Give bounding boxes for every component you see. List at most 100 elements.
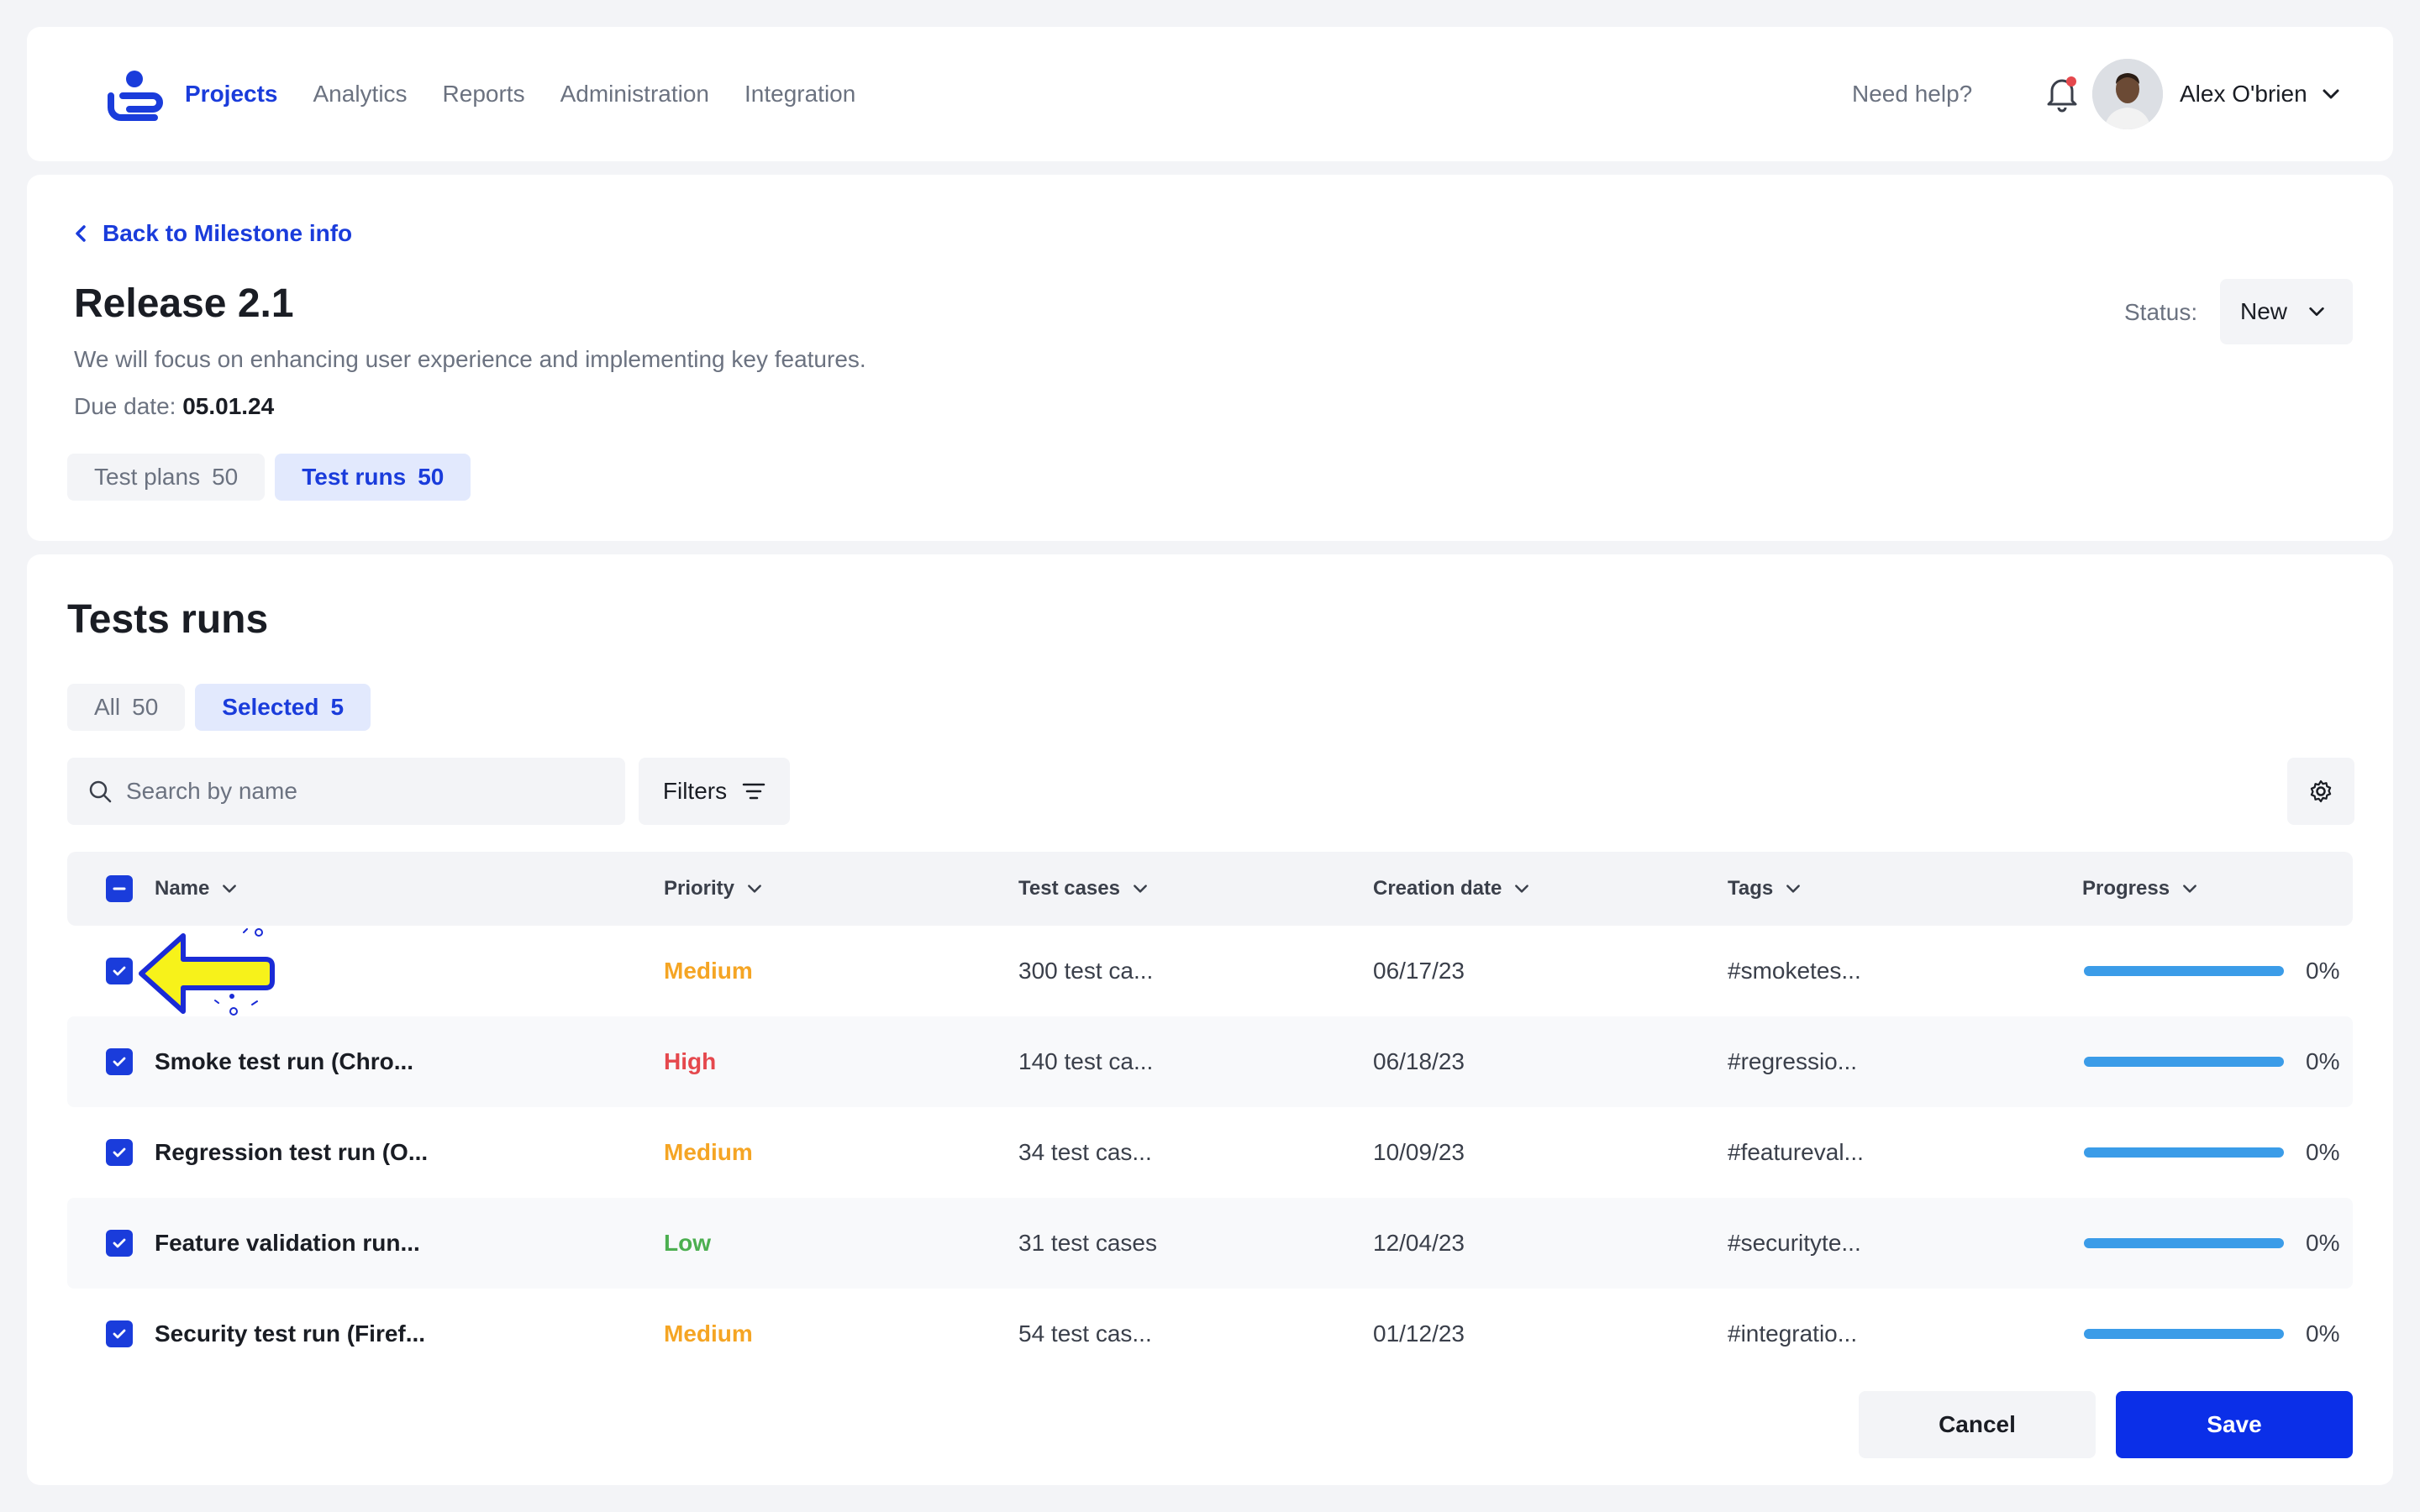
search-input[interactable] xyxy=(126,778,597,805)
chevron-down-icon xyxy=(1515,885,1529,893)
tab-test-plans[interactable]: Test plans 50 xyxy=(67,454,266,501)
row-checkbox[interactable] xyxy=(106,958,133,984)
row-creation-date: 06/17/23 xyxy=(1373,958,1465,984)
tab-selected-count: 5 xyxy=(330,694,345,720)
column-header-label: Creation date xyxy=(1373,877,1502,900)
save-button[interactable]: Save xyxy=(2116,1391,2353,1458)
back-link[interactable]: Back to Milestone info xyxy=(74,220,352,247)
tab-test-runs-count: 50 xyxy=(418,464,445,490)
row-tags: #smoketes... xyxy=(1728,958,1861,984)
row-progress: 0% xyxy=(2306,1139,2340,1165)
row-checkbox[interactable] xyxy=(106,1139,133,1166)
row-priority: Low xyxy=(664,1230,711,1256)
row-test-cases: 31 test cases xyxy=(1018,1230,1157,1256)
progress-bar xyxy=(2084,1329,2284,1339)
nav-item-integration[interactable]: Integration xyxy=(744,81,855,108)
row-priority: Medium xyxy=(664,958,753,984)
row-progress: 0% xyxy=(2306,1048,2340,1074)
column-header-name[interactable]: Name xyxy=(155,852,238,926)
column-header-progress[interactable]: Progress xyxy=(2082,852,2198,926)
tab-test-plans-count: 50 xyxy=(212,464,239,490)
column-header-creation-date[interactable]: Creation date xyxy=(1373,852,1530,926)
tab-all[interactable]: All 50 xyxy=(67,684,186,731)
nav-item-analytics[interactable]: Analytics xyxy=(313,81,408,108)
nav-item-projects[interactable]: Projects xyxy=(185,81,278,108)
milestone-tabs: Test plans 50 Test runs 50 xyxy=(67,454,471,501)
progress-bar xyxy=(2084,1147,2284,1158)
filters-button[interactable]: Filters xyxy=(639,758,790,825)
row-name[interactable]: Regression test run (O... xyxy=(155,1107,428,1198)
progress-bar xyxy=(2084,1238,2284,1248)
table-settings-button[interactable] xyxy=(2287,758,2354,825)
chevron-down-icon xyxy=(1134,885,1147,893)
row-test-cases: 140 test ca... xyxy=(1018,1048,1154,1074)
progress-bar xyxy=(2084,1057,2284,1067)
status-label: Status: xyxy=(2124,299,2198,325)
bell-icon[interactable] xyxy=(2044,74,2081,114)
top-navbar: Projects Analytics Reports Administratio… xyxy=(27,27,2393,161)
table-viewport[interactable]: Name Priority Test cases Creation date T… xyxy=(27,852,2393,1376)
nav-item-administration[interactable]: Administration xyxy=(560,81,709,108)
arrow-annotation-icon xyxy=(139,928,275,1016)
page-title: Release 2.1 xyxy=(74,281,294,326)
nav-item-reports[interactable]: Reports xyxy=(443,81,525,108)
due-date: Due date: 05.01.24 xyxy=(74,393,274,420)
avatar[interactable] xyxy=(2092,59,2163,129)
row-test-cases: 300 test ca... xyxy=(1018,958,1154,984)
progress-bar xyxy=(2084,966,2284,976)
row-checkbox[interactable] xyxy=(106,1320,133,1347)
select-all-checkbox[interactable] xyxy=(106,875,133,902)
help-link[interactable]: Need help? xyxy=(1852,27,1972,161)
back-link-label: Back to Milestone info xyxy=(103,220,353,246)
column-header-label: Priority xyxy=(664,877,735,900)
row-test-cases: 34 test cas... xyxy=(1018,1139,1152,1165)
row-priority: Medium xyxy=(664,1139,753,1165)
table-row[interactable]: 8/04 Medium 300 test ca... 06/17/23 #smo… xyxy=(67,926,2353,1016)
tab-test-plans-label: Test plans xyxy=(94,464,201,490)
table-row[interactable]: Smoke test run (Chro... High 140 test ca… xyxy=(67,1016,2353,1107)
column-header-label: Progress xyxy=(2082,877,2170,900)
search-box xyxy=(67,758,625,825)
row-tags: #featureval... xyxy=(1728,1139,1864,1165)
main-nav: Projects Analytics Reports Administratio… xyxy=(185,27,855,161)
due-date-label: Due date: xyxy=(74,393,176,419)
cancel-button[interactable]: Cancel xyxy=(1859,1391,2096,1458)
column-header-test-cases[interactable]: Test cases xyxy=(1018,852,1149,926)
test-runs-table: Name Priority Test cases Creation date T… xyxy=(67,852,2353,1376)
row-test-cases: 54 test cas... xyxy=(1018,1320,1152,1347)
row-progress: 0% xyxy=(2306,1320,2340,1347)
tab-all-label: All xyxy=(94,694,121,720)
filters-label: Filters xyxy=(662,778,728,804)
chevron-down-icon xyxy=(2309,307,2324,317)
table-row[interactable]: Feature validation run... Low 31 test ca… xyxy=(67,1198,2353,1289)
row-checkbox[interactable] xyxy=(106,1048,133,1075)
logo-icon[interactable] xyxy=(106,67,165,126)
tab-selected[interactable]: Selected 5 xyxy=(195,684,371,731)
tab-selected-label: Selected xyxy=(222,694,319,720)
chevron-down-icon xyxy=(748,885,761,893)
checkmark-icon xyxy=(113,966,126,976)
column-header-priority[interactable]: Priority xyxy=(664,852,763,926)
row-creation-date: 12/04/23 xyxy=(1373,1230,1465,1256)
row-name[interactable]: Security test run (Firef... xyxy=(155,1289,425,1376)
tab-test-runs[interactable]: Test runs 50 xyxy=(275,454,471,501)
table-row[interactable]: Security test run (Firef... Medium 54 te… xyxy=(67,1289,2353,1376)
search-icon xyxy=(89,780,112,803)
test-runs-card: Tests runs All 50 Selected 5 Filters Na xyxy=(27,554,2393,1485)
status-value: New xyxy=(2240,298,2288,324)
row-checkbox[interactable] xyxy=(106,1230,133,1257)
chevron-left-icon xyxy=(76,225,86,242)
status-select[interactable]: New xyxy=(2220,279,2353,344)
chevron-down-icon xyxy=(2323,89,2339,99)
row-name[interactable]: Smoke test run (Chro... xyxy=(155,1016,413,1107)
row-progress: 0% xyxy=(2306,1230,2340,1256)
row-tags: #securityte... xyxy=(1728,1230,1861,1256)
table-row[interactable]: Regression test run (O... Medium 34 test… xyxy=(67,1107,2353,1198)
row-priority: High xyxy=(664,1048,717,1074)
column-header-label: Test cases xyxy=(1018,877,1120,900)
section-title: Tests runs xyxy=(67,597,269,642)
minus-icon xyxy=(113,887,126,890)
user-menu[interactable]: Alex O'brien xyxy=(2180,27,2341,161)
row-name[interactable]: Feature validation run... xyxy=(155,1198,420,1289)
column-header-tags[interactable]: Tags xyxy=(1728,852,1802,926)
